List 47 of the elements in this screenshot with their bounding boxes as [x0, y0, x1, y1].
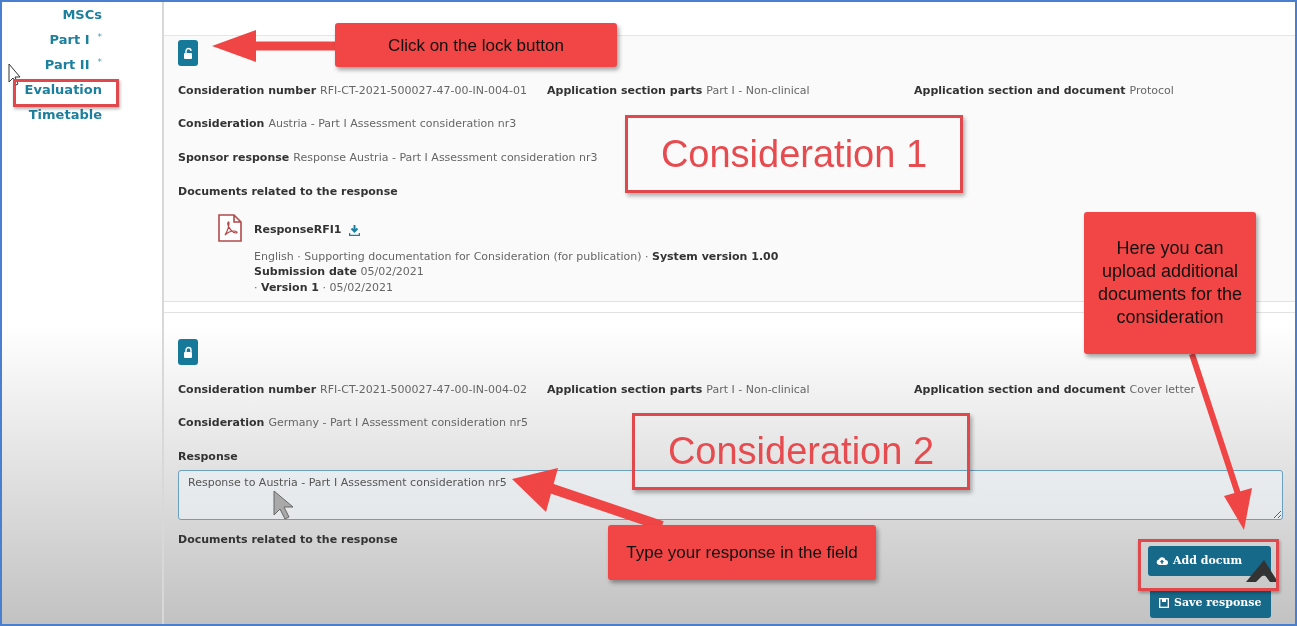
- field-value: Cover letter: [1129, 382, 1195, 398]
- field-label: Consideration: [178, 414, 265, 431]
- field-label: Consideration number: [178, 83, 317, 99]
- field-value: Part I - Non-clinical: [706, 83, 810, 99]
- field-label: Application section parts: [547, 382, 703, 398]
- section-heading: Documents related to the response: [178, 531, 398, 548]
- field-value: RFI-CT-2021-500027-47-00-IN-004-01: [320, 83, 527, 99]
- field-value: RFI-CT-2021-500027-47-00-IN-004-02: [320, 382, 527, 398]
- field-value: Austria - Part I Assessment consideration nr3: [268, 115, 517, 132]
- required-marker: *: [97, 56, 102, 69]
- field-label: Consideration number: [178, 382, 317, 398]
- callout: Click on the lock button: [335, 23, 617, 67]
- field-value: Protocol: [1129, 83, 1174, 99]
- pdf-file-icon: [218, 214, 242, 242]
- callout-heading: Consideration 1: [625, 115, 963, 193]
- field-label: Application section and document: [914, 83, 1126, 99]
- field-value: Part I - Non-clinical: [706, 382, 810, 398]
- field-label: Application section parts: [547, 83, 703, 99]
- required-marker: *: [97, 31, 102, 44]
- field-label: Consideration: [178, 115, 265, 132]
- padlock-open-icon: [183, 47, 193, 59]
- cloud-upload-icon: [1156, 556, 1168, 566]
- callout: Here you can upload additional documents for the consideration: [1084, 212, 1256, 354]
- add-document-button[interactable]: Add docum: [1148, 546, 1271, 576]
- section-heading: Documents related to the response: [178, 183, 398, 200]
- callout-heading: Consideration 2: [632, 413, 970, 490]
- lock-button[interactable]: [178, 40, 198, 66]
- document-name: ResponseRFI1: [254, 222, 342, 238]
- field-value: Response Austria - Part I Assessment consideration nr3: [293, 150, 598, 166]
- document-details: Submission date 05/02/2021: [254, 264, 425, 280]
- sidebar-link[interactable]: MSCs: [62, 5, 102, 25]
- field-label: Response: [178, 449, 238, 465]
- save-icon: [1159, 598, 1169, 608]
- field-label: Application section and document: [914, 382, 1126, 398]
- response-field[interactable]: Response to Austria - Part I Assessment consideration nr5: [178, 469, 1283, 520]
- sidebar-link[interactable]: Part I: [49, 30, 90, 50]
- field-label: Sponsor response: [178, 150, 290, 166]
- sidebar-link[interactable]: Part II: [44, 55, 90, 75]
- sidebar-link[interactable]: Timetable: [28, 105, 102, 125]
- document-details: English · Supporting documentation for Consideration (for publication) · System version 1.00: [254, 248, 779, 264]
- download-icon[interactable]: [349, 224, 361, 236]
- callout: Type your response in the field: [608, 525, 876, 580]
- field-value: Germany - Part I Assessment consideration nr5: [268, 414, 528, 431]
- lock-button[interactable]: [178, 339, 198, 365]
- padlock-closed-icon: [183, 346, 193, 358]
- document-details: · Version 1 · 05/02/2021: [254, 279, 394, 295]
- sidebar-link[interactable]: Evaluation: [24, 80, 102, 100]
